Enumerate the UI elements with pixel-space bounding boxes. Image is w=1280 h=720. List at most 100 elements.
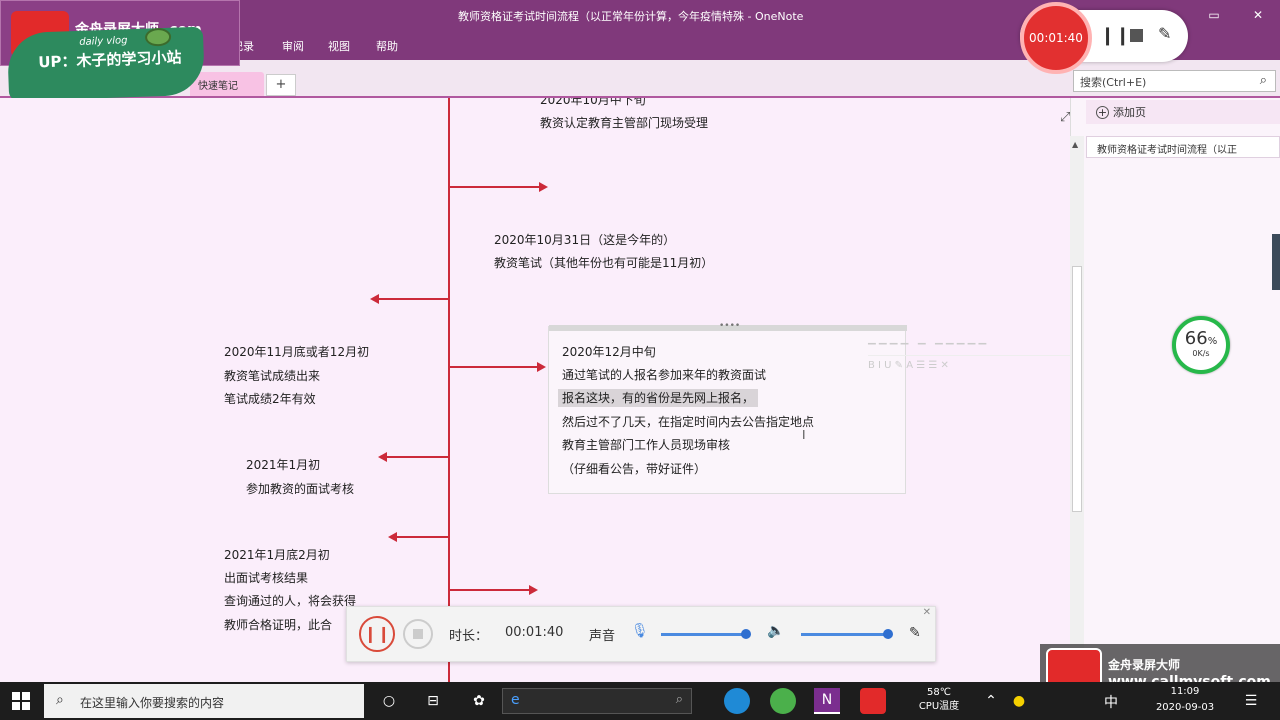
search-icon: ⌕ bbox=[675, 692, 683, 707]
add-page-label: 添加页 bbox=[1113, 106, 1146, 119]
arrow-left bbox=[388, 532, 448, 542]
recording-timer[interactable]: 00:01:40 bbox=[1020, 2, 1092, 74]
annotate-pen-icon[interactable]: ✎ bbox=[909, 625, 921, 641]
section-tab-quick-notes[interactable]: 快速笔记 bbox=[190, 72, 264, 96]
search-icon[interactable]: ⌕ bbox=[1260, 73, 1267, 88]
cpu-temp-label: CPU温度 bbox=[918, 701, 960, 712]
timeline-oct31-date: 2020年10月31日（这是今年的） bbox=[494, 233, 676, 247]
timeline-top-text: 教资认定教育主管部门现场受理 bbox=[540, 116, 709, 130]
arrow-left bbox=[378, 452, 448, 462]
duration-value: 00:01:40 bbox=[505, 625, 564, 640]
note-container-handle[interactable]: •••• bbox=[549, 321, 907, 331]
note-line[interactable]: 教育主管部门工作人员现场审核 bbox=[562, 434, 730, 457]
pen-icon[interactable]: ✎ bbox=[1158, 24, 1171, 43]
add-page-button[interactable]: + 添加页 bbox=[1086, 100, 1280, 124]
stop-icon[interactable] bbox=[1130, 29, 1143, 42]
task-view-icon[interactable]: ⊟ bbox=[420, 688, 446, 714]
timeline-novdec-date: 2020年11月底或者12月初 bbox=[224, 345, 370, 359]
sound-label: 声音 bbox=[589, 629, 616, 644]
timeline-novdec-text2: 笔试成绩2年有效 bbox=[224, 392, 316, 406]
arrow-right bbox=[450, 585, 538, 595]
taskbar-search-placeholder: 在这里输入你要搜索的内容 bbox=[80, 696, 225, 710]
taskbar-address-bar[interactable]: e ⌕ bbox=[502, 688, 692, 714]
cpu-temp: 58℃ CPU温度 bbox=[912, 686, 966, 714]
note-line[interactable]: 然后过不了几天，在指定时间内去公告指定地点 bbox=[562, 411, 814, 434]
pause-recording-button[interactable]: ❙❙ bbox=[359, 616, 395, 652]
scroll-up-icon[interactable]: ▲ bbox=[1072, 140, 1078, 149]
tab-view[interactable]: 视图 bbox=[328, 38, 350, 54]
speaker-volume-knob[interactable] bbox=[883, 629, 893, 639]
onenote-app-icon[interactable]: N bbox=[814, 688, 840, 714]
mic-volume-slider[interactable] bbox=[661, 633, 745, 636]
add-page-icon: + bbox=[1096, 106, 1109, 119]
timeline-janfeb-text1: 出面试考核结果 bbox=[224, 571, 309, 585]
clock-date: 2020-09-03 bbox=[1155, 702, 1215, 713]
text-cursor-icon: I bbox=[802, 428, 806, 442]
chevron-up-icon[interactable]: ⌃ bbox=[978, 688, 1004, 714]
duration-label: 时长： bbox=[449, 629, 489, 644]
arrow-right bbox=[450, 362, 546, 372]
tab-help[interactable]: 帮助 bbox=[376, 38, 398, 54]
expand-icon[interactable]: ⤢ bbox=[1060, 110, 1070, 125]
search-placeholder: 搜索(Ctrl+E) bbox=[1080, 76, 1147, 89]
stop-recording-button[interactable] bbox=[403, 619, 433, 649]
add-section-button[interactable]: + bbox=[266, 74, 296, 96]
mini-toolbar-faded: ▁ ▁ ▁ ▁ ▁ ▁ ▁ ▁ ▁ ▁ B I U ✎ A ☰ ☰ ✕ bbox=[868, 334, 1070, 380]
cortana-icon[interactable]: ○ bbox=[376, 688, 402, 714]
timeline-oct31-text: 教资笔试（其他年份也有可能是11月初） bbox=[494, 256, 714, 270]
arrow-left bbox=[370, 294, 448, 304]
ie-icon: e bbox=[511, 692, 520, 708]
watermark-line1: 金舟录屏大师 bbox=[1108, 658, 1181, 672]
microphone-icon[interactable]: 🎙 bbox=[631, 623, 649, 639]
screen-recorder-app-icon[interactable] bbox=[860, 688, 886, 714]
pause-icon[interactable]: ❙❙ bbox=[1100, 25, 1130, 46]
note-container-selected[interactable]: •••• 2020年12月中旬 通过笔试的人报名参加来年的教资面试 报名这块，有… bbox=[548, 321, 907, 494]
note-line[interactable]: 2020年12月中旬 bbox=[562, 341, 656, 364]
windows-taskbar: ⌕ 在这里输入你要搜索的内容 ○ ⊟ ✿ e ⌕ N 58℃ CPU温度 ⌃ ●… bbox=[0, 682, 1280, 720]
page-list-item[interactable]: 教师资格证考试时间流程（以正 bbox=[1086, 136, 1280, 158]
note-line[interactable]: （仔细看公告，带好证件） bbox=[562, 458, 706, 481]
tab-review[interactable]: 审阅 bbox=[282, 38, 304, 54]
speaker-volume-slider[interactable] bbox=[801, 633, 887, 636]
daily-vlog-label: daily vlog bbox=[79, 35, 128, 48]
recorder-control-bar: ✕ ❙❙ 时长： 00:01:40 声音 🎙 🔈 ✎ bbox=[346, 606, 936, 662]
uploader-name: UP：木子的学习小站 bbox=[37, 48, 182, 72]
uploader-banner: daily vlog UP：木子的学习小站 bbox=[6, 26, 206, 102]
arrow-right bbox=[450, 182, 548, 192]
taskbar-clock[interactable]: 11:09 2020-09-03 bbox=[1150, 684, 1220, 716]
close-recorder-bar-icon[interactable]: ✕ bbox=[923, 607, 931, 618]
tray-app-icon[interactable]: ● bbox=[1006, 688, 1032, 714]
speed-percent: 66 bbox=[1184, 328, 1208, 349]
net-speed-widget[interactable]: 66% 0K/s bbox=[1172, 316, 1230, 374]
windows-start-icon[interactable] bbox=[12, 692, 30, 710]
browser-360-icon[interactable] bbox=[770, 688, 796, 714]
speaker-icon[interactable]: 🔈 bbox=[767, 623, 784, 639]
note-highlight[interactable]: 报名这块，有的省份是先网上报名， bbox=[558, 389, 759, 407]
cpu-temp-value: 58℃ bbox=[927, 687, 951, 698]
pinned-app-icon[interactable]: ✿ bbox=[466, 688, 492, 714]
taskbar-search-input[interactable]: ⌕ 在这里输入你要搜索的内容 bbox=[44, 684, 364, 718]
edge-browser-icon[interactable] bbox=[724, 688, 750, 714]
timeline-jan-text: 参加教资的面试考核 bbox=[246, 482, 355, 496]
timeline-top-partial: 2020年10月中下旬 bbox=[540, 98, 646, 107]
search-input[interactable]: 搜索(Ctrl+E) ⌕ bbox=[1073, 70, 1276, 92]
note-canvas[interactable]: 2020年10月中下旬 教资认定教育主管部门现场受理 ⤢ 2020年10月31日… bbox=[0, 98, 1070, 682]
window-title: 教师资格证考试时间流程（以正常年份计算，今年疫情特殊 - OneNote bbox=[458, 10, 804, 23]
notifications-icon[interactable]: ☰ bbox=[1238, 688, 1264, 714]
timeline-janfeb-text3: 教师合格证明，此合 bbox=[224, 618, 333, 632]
note-line-highlighted[interactable]: 报名这块，有的省份是先网上报名， bbox=[558, 387, 759, 410]
note-line[interactable]: 通过笔试的人报名参加来年的教资面试 bbox=[562, 364, 766, 387]
page-list-pane bbox=[1070, 98, 1280, 682]
close-button[interactable]: ✕ bbox=[1236, 0, 1280, 30]
mic-volume-knob[interactable] bbox=[741, 629, 751, 639]
timeline-jan-date: 2021年1月初 bbox=[246, 458, 321, 472]
speed-rate: 0K/s bbox=[1192, 349, 1210, 358]
ime-indicator[interactable]: 中 bbox=[1104, 692, 1118, 712]
scrollbar-thumb[interactable] bbox=[1072, 266, 1082, 512]
clock-time: 11:09 bbox=[1170, 686, 1200, 697]
avocado-icon bbox=[144, 27, 172, 47]
canvas-scrollbar[interactable]: ▲ bbox=[1070, 136, 1084, 682]
maximize-button[interactable]: ▭ bbox=[1192, 0, 1236, 30]
edge-dock-tab[interactable] bbox=[1272, 234, 1280, 290]
timeline-novdec-text1: 教资笔试成绩出来 bbox=[224, 369, 321, 383]
